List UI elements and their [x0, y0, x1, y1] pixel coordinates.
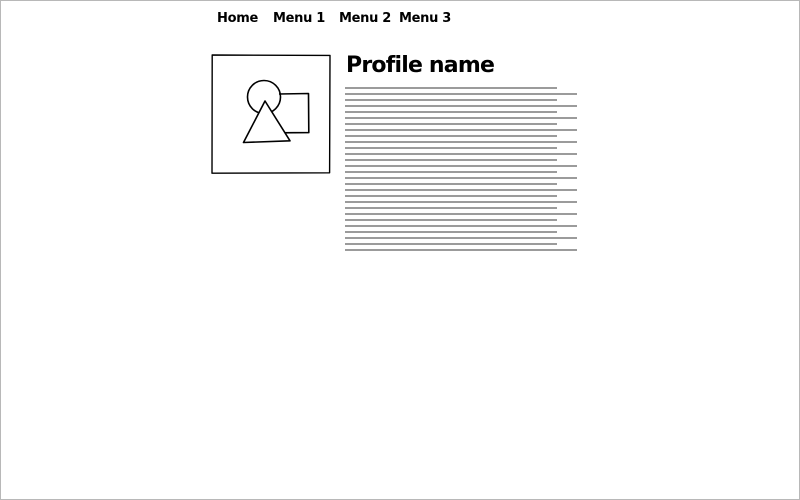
image-placeholder-icon: [211, 54, 331, 174]
nav-item-menu-1[interactable]: Menu 1: [273, 11, 325, 27]
text-lines-graphic: [345, 87, 577, 251]
profile-image-placeholder: [211, 54, 331, 174]
nav-item-menu-3[interactable]: Menu 3: [399, 11, 451, 27]
profile-name-heading: Profile name: [346, 53, 495, 78]
text-block-placeholder: [345, 87, 577, 252]
nav-item-home[interactable]: Home: [217, 11, 258, 27]
nav-item-menu-2[interactable]: Menu 2: [339, 11, 391, 27]
wireframe-frame: Home Menu 1 Menu 2 Menu 3 Profile name: [0, 0, 800, 500]
